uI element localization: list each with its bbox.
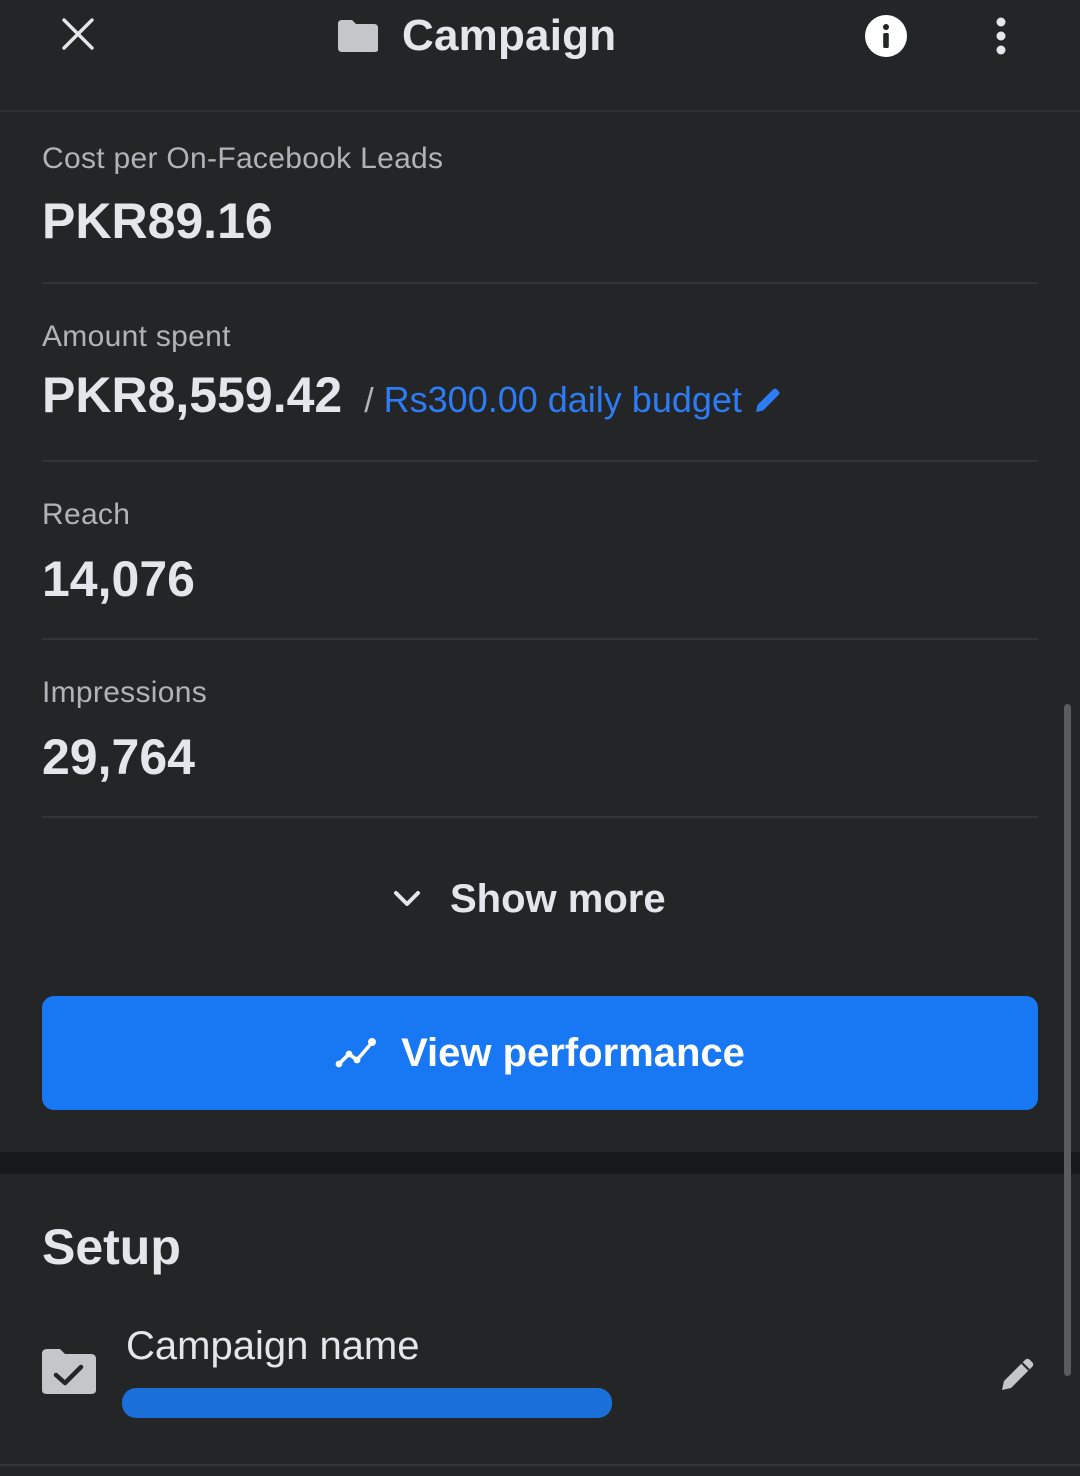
metric-value: PKR89.16 [42, 193, 273, 249]
show-more-label: Show more [450, 876, 666, 921]
more-vertical-icon [996, 17, 1006, 55]
chevron-down-icon [394, 891, 420, 906]
pencil-icon [1002, 1358, 1034, 1390]
daily-budget-label: Rs300.00 daily budget [383, 379, 742, 420]
close-button[interactable] [58, 14, 98, 54]
more-options-button[interactable] [980, 14, 1022, 58]
metric-value: 29,764 [42, 729, 195, 785]
metric-impressions: Impressions 29,764 [42, 640, 1038, 818]
metric-value: PKR8,559.42 [42, 367, 343, 423]
metric-value: 14,076 [42, 551, 195, 607]
info-icon [865, 15, 907, 57]
metric-label: Impressions [42, 676, 208, 709]
trend-icon [335, 1038, 377, 1068]
metric-label: Amount spent [42, 320, 231, 353]
header-title-group: Campaign [336, 6, 616, 66]
campaign-name-row[interactable]: Campaign name [0, 1310, 1080, 1466]
folder-icon [338, 20, 378, 52]
campaign-screen: Campaign Cost per On-Facebook Leads PKR8… [0, 0, 1080, 1476]
daily-budget-link[interactable]: Rs300.00 daily budget [384, 379, 784, 421]
metric-label: Cost per On-Facebook Leads [42, 142, 444, 175]
metric-reach: Reach 14,076 [42, 462, 1038, 640]
show-more-button[interactable]: Show more [392, 866, 666, 932]
app-header: Campaign [0, 0, 1080, 112]
folder-check-icon [42, 1349, 96, 1394]
metric-cost-per-lead: Cost per On-Facebook Leads PKR89.16 [42, 112, 1038, 284]
metric-amount-spent: Amount spent PKR8,559.42 / Rs300.00 dail… [42, 284, 1038, 462]
scrollbar[interactable] [1064, 704, 1071, 1376]
edit-campaign-name-button[interactable] [994, 1350, 1042, 1398]
budget-separator: / [364, 382, 374, 420]
page-title: Campaign [402, 11, 617, 60]
campaign-name-value-redacted [122, 1388, 612, 1418]
metric-label: Reach [42, 498, 131, 531]
info-button[interactable] [864, 14, 908, 58]
view-performance-button[interactable]: View performance [42, 996, 1038, 1110]
amount-spent-row: PKR8,559.42 / Rs300.00 daily budget [42, 366, 784, 436]
close-icon [62, 18, 94, 50]
setup-heading: Setup [42, 1219, 181, 1275]
pencil-icon [755, 388, 780, 412]
campaign-name-label: Campaign name [126, 1324, 420, 1368]
section-divider [0, 1152, 1080, 1174]
view-performance-label: View performance [401, 1030, 745, 1075]
